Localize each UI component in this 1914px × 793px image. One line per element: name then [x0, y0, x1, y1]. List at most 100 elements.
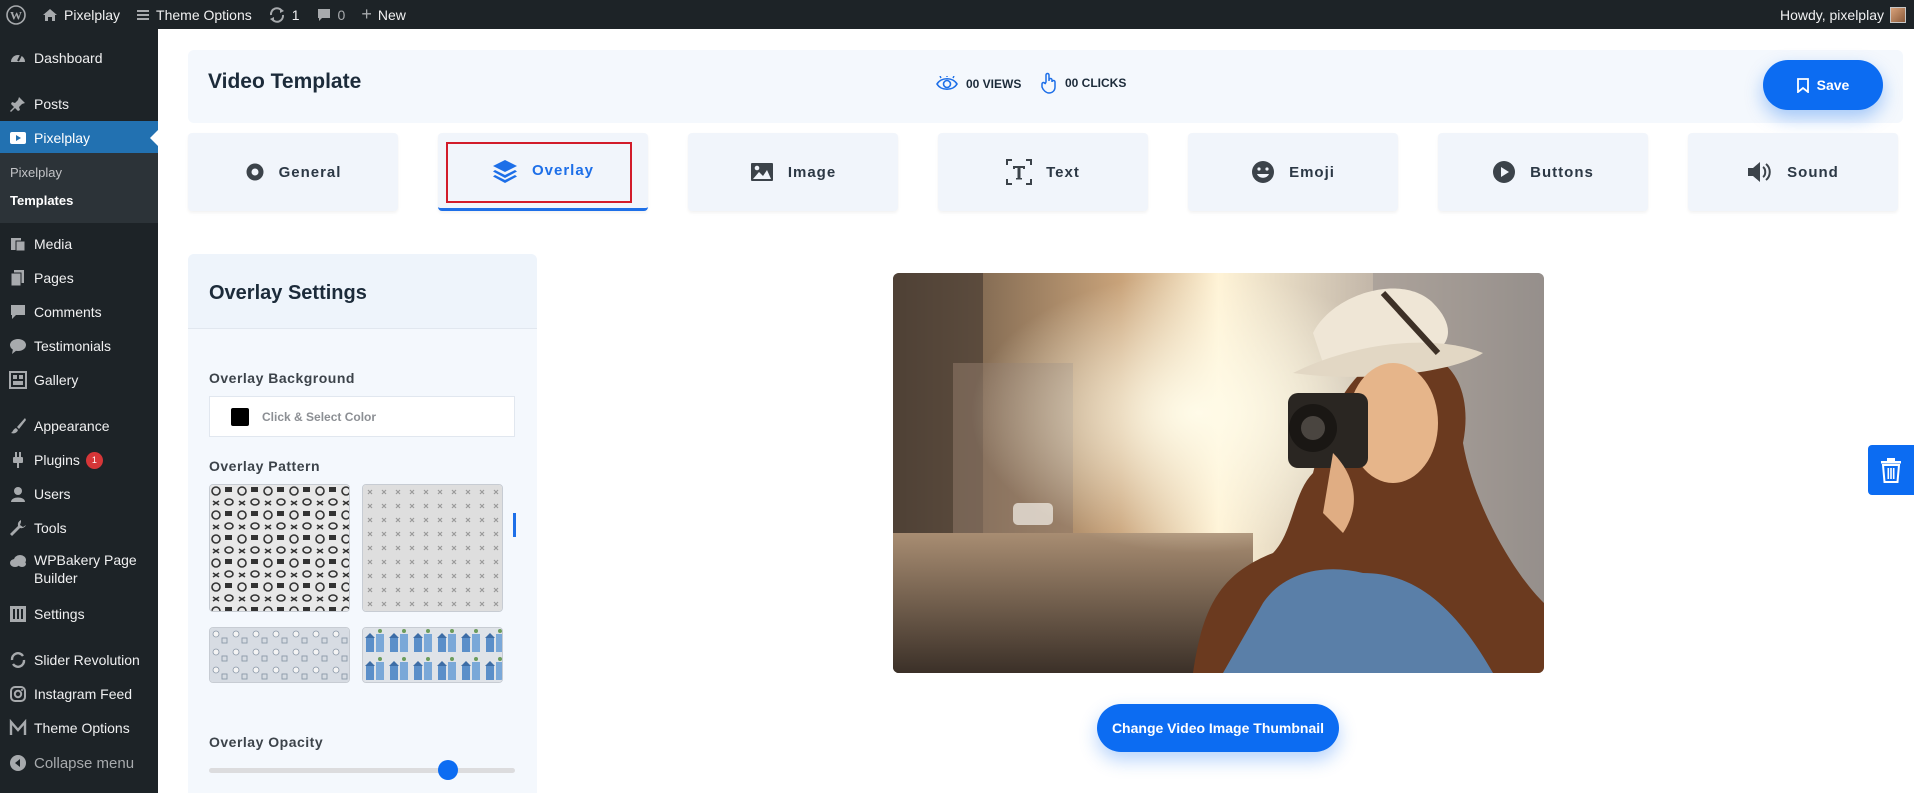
color-picker-field[interactable]: Click & Select Color [209, 396, 515, 437]
sidebar-item-theme-options[interactable]: Theme Options [0, 711, 158, 745]
collapse-menu-label: Collapse menu [34, 754, 135, 772]
menu-lines-icon [136, 8, 150, 22]
pattern-doodles-preview [210, 485, 349, 611]
selection-highlight [446, 142, 632, 203]
sidebar-item-label: Plugins [34, 452, 80, 468]
sidebar-item-instagram-feed[interactable]: Instagram Feed [0, 677, 158, 711]
tab-general[interactable]: General [188, 133, 398, 211]
new-content-link[interactable]: + New [353, 0, 414, 29]
color-swatch[interactable] [231, 407, 249, 426]
sidebar-item-label: Pixelplay [34, 130, 91, 146]
opacity-slider-track[interactable] [209, 760, 515, 780]
sidebar-item-slider-revolution[interactable]: Slider Revolution [0, 643, 158, 677]
pattern-scrollbar[interactable] [513, 513, 516, 537]
settings-sliders-icon [8, 604, 28, 624]
gallery-icon [8, 370, 28, 390]
collapse-arrow-icon [8, 753, 28, 773]
tab-image[interactable]: Image [688, 133, 898, 211]
tab-buttons[interactable]: Buttons [1438, 133, 1648, 211]
sidebar-item-label: Testimonials [34, 338, 112, 354]
sidebar-item-label: Tools [34, 520, 67, 536]
wordpress-logo-button[interactable]: W [0, 0, 34, 29]
sidebar-item-comments[interactable]: Comments [0, 295, 158, 329]
smiley-icon [1251, 160, 1275, 184]
change-thumbnail-button[interactable]: Change Video Image Thumbnail [1097, 704, 1339, 752]
new-label: New [377, 6, 406, 23]
sidebar-item-posts[interactable]: Posts [0, 87, 158, 121]
sidebar-item-label: Posts [34, 96, 70, 112]
sidebar-item-label: Comments [34, 304, 102, 320]
panel-title: Overlay Settings [209, 282, 367, 304]
pattern-option-crosses[interactable] [362, 484, 503, 612]
sidebar-item-label: Settings [34, 606, 85, 622]
refresh-icon [8, 650, 28, 670]
wpbakery-label: WPBakery Page Builder [34, 551, 137, 587]
admin-sidebar: Dashboard Posts Pixelplay Pixelplay Temp… [0, 29, 158, 793]
svg-text:W: W [10, 8, 22, 22]
admin-bar: W Pixelplay Theme Options 1 0 + New Howd… [0, 0, 1914, 29]
pattern-houses-preview [363, 628, 502, 682]
pattern-crosses-preview [363, 485, 502, 611]
bookmark-icon [1796, 77, 1809, 93]
delete-button[interactable] [1868, 445, 1914, 495]
wpbakery-label-line1: WPBakery Page [34, 552, 137, 568]
submenu-item-templates[interactable]: Templates [10, 193, 73, 208]
tab-label: Emoji [1289, 163, 1335, 181]
my-account-link[interactable]: Howdy, pixelplay [1780, 6, 1914, 23]
opacity-slider-thumb[interactable] [437, 760, 458, 780]
save-button[interactable]: Save [1763, 60, 1883, 110]
speech-bubble-icon [8, 336, 28, 356]
tab-emoji[interactable]: Emoji [1188, 133, 1398, 211]
updates-link[interactable]: 1 [260, 0, 308, 29]
dashboard-gauge-icon [8, 48, 28, 68]
tab-label: Text [1046, 163, 1080, 181]
sidebar-item-appearance[interactable]: Appearance [0, 409, 158, 443]
sidebar-item-wpbakery[interactable]: WPBakery Page Builder [0, 545, 158, 591]
sidebar-item-dashboard[interactable]: Dashboard [0, 41, 158, 75]
sidebar-item-gallery[interactable]: Gallery [0, 363, 158, 397]
sidebar-item-plugins[interactable]: Plugins 1 [0, 443, 158, 477]
pattern-option-doodles[interactable] [209, 484, 350, 612]
submenu-item-pixelplay[interactable]: Pixelplay [10, 165, 62, 180]
tab-overlay[interactable]: Overlay [438, 133, 648, 211]
template-header: Video Template 00 VIEWS 00 CLICKS Save [188, 50, 1903, 123]
comments-link[interactable]: 0 [308, 0, 354, 29]
paintbrush-icon [8, 416, 28, 436]
collapse-menu-button[interactable]: Collapse menu [0, 746, 158, 780]
avatar [1890, 6, 1906, 23]
home-icon [42, 7, 58, 23]
sidebar-item-testimonials[interactable]: Testimonials [0, 329, 158, 363]
volume-icon [1747, 160, 1773, 184]
wordpress-icon: W [6, 4, 26, 25]
wpbakery-label-line2: Builder [34, 570, 78, 586]
tab-text[interactable]: Text [938, 133, 1148, 211]
comment-icon [8, 302, 28, 322]
plug-icon [8, 450, 28, 470]
overlay-background-label: Overlay Background [209, 370, 355, 386]
sidebar-item-media[interactable]: Media [0, 227, 158, 261]
user-icon [8, 484, 28, 504]
overlay-opacity-label: Overlay Opacity [209, 734, 324, 750]
panel-header: Overlay Settings [188, 254, 537, 329]
sidebar-item-tools[interactable]: Tools [0, 511, 158, 545]
pages-icon [8, 268, 28, 288]
thumbnail-photo [893, 273, 1544, 673]
sidebar-item-pages[interactable]: Pages [0, 261, 158, 295]
pattern-option-houses[interactable] [362, 627, 503, 683]
pattern-option-flowers[interactable] [209, 627, 350, 683]
save-label: Save [1816, 77, 1850, 93]
overlay-settings-panel: Overlay Settings Overlay Background Clic… [188, 254, 537, 793]
theme-options-link[interactable]: Theme Options [128, 0, 260, 29]
site-name-link[interactable]: Pixelplay [34, 0, 128, 29]
sidebar-item-label: Appearance [34, 418, 110, 434]
hand-pointer-icon [1041, 72, 1057, 94]
tab-sound[interactable]: Sound [1688, 133, 1898, 211]
video-thumbnail-preview [893, 273, 1544, 673]
comment-bubble-icon [316, 7, 332, 23]
trash-icon [1879, 457, 1903, 483]
sidebar-item-settings[interactable]: Settings [0, 597, 158, 631]
views-count: 00 VIEWS [966, 77, 1022, 91]
comments-count: 0 [337, 6, 346, 23]
sidebar-item-users[interactable]: Users [0, 477, 158, 511]
sidebar-item-pixelplay[interactable]: Pixelplay [0, 121, 158, 155]
